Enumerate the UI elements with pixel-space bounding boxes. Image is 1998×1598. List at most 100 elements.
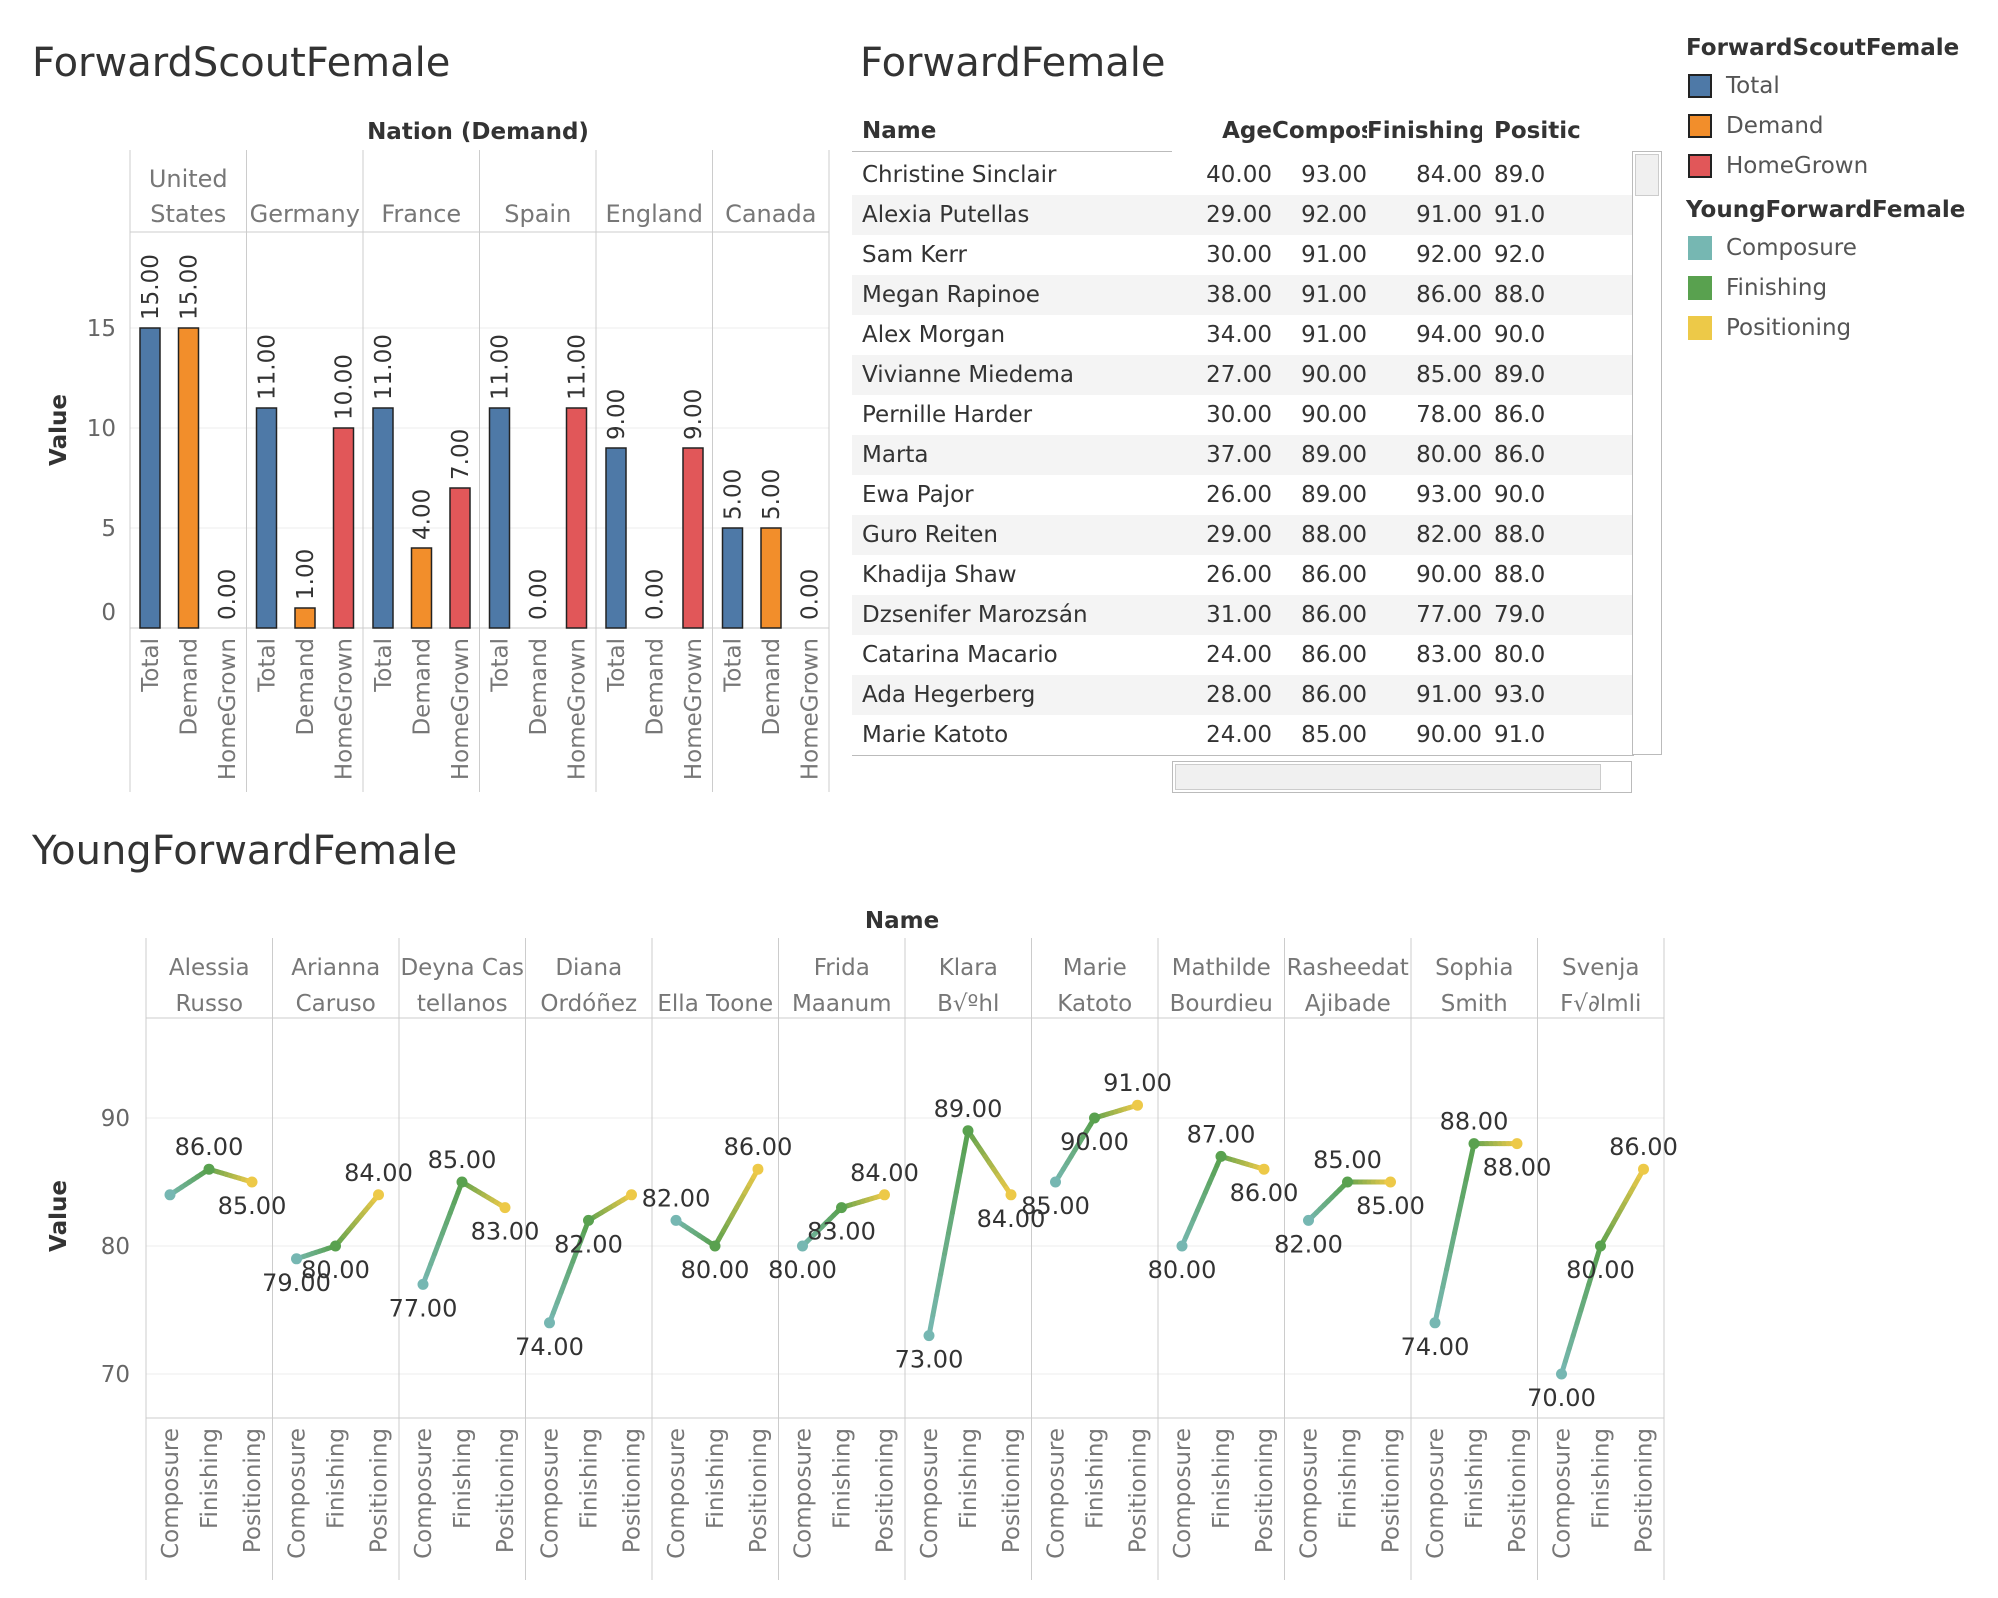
horizontal-scrollbar[interactable]	[1172, 761, 1632, 793]
data-point	[1089, 1112, 1100, 1124]
bar-value-label: 5.00	[721, 469, 747, 520]
value-cell: 90.0	[1494, 482, 1546, 508]
category-tick-label: Finishing	[1462, 1428, 1488, 1529]
table-row[interactable]: Vivianne Miedema 27.00 90.00 85.00 89.0	[852, 355, 1634, 395]
column-header[interactable]: Name	[862, 111, 1162, 151]
horizontal-scrollbar-thumb[interactable]	[1175, 764, 1601, 790]
legend-item[interactable]: HomeGrown	[1686, 146, 1986, 186]
y-tick-label: 0	[101, 600, 116, 626]
legend-swatch	[1688, 316, 1712, 340]
column-header[interactable]: Compos..	[1272, 111, 1367, 151]
point-value-label: 70.00	[1527, 1384, 1596, 1412]
table-row[interactable]: Alexia Putellas 29.00 92.00 91.00 91.0	[852, 195, 1634, 235]
value-cell: 88.00	[1301, 522, 1367, 548]
vertical-scrollbar-thumb[interactable]	[1635, 154, 1659, 196]
y-tick-label: 15	[87, 316, 116, 342]
value-cell: 92.00	[1301, 202, 1367, 228]
y-tick-label: 10	[87, 416, 116, 442]
category-tick-label: Positioning	[746, 1428, 772, 1553]
data-point	[923, 1330, 935, 1342]
series-line-segment	[1455, 1194, 1465, 1218]
category-tick-label: Positioning	[240, 1428, 266, 1553]
legend-item[interactable]: Positioning	[1686, 308, 1986, 348]
category-tick-label: Positioning	[1632, 1428, 1658, 1553]
category-tick-label: Demand	[759, 638, 785, 736]
table-row[interactable]: Christine Sinclair 40.00 93.00 84.00 89.0	[852, 155, 1634, 195]
value-cell: 91.0	[1494, 202, 1546, 228]
table-row[interactable]: Ewa Pajor 26.00 89.00 93.00 90.0	[852, 475, 1634, 515]
table-row[interactable]: Dzsenifer Marozsán 31.00 86.00 77.00 79.0	[852, 595, 1634, 635]
legend-label: Positioning	[1726, 315, 1852, 341]
table-row[interactable]: Pernille Harder 30.00 90.00 78.00 86.0	[852, 395, 1634, 435]
table-row[interactable]: Sam Kerr 30.00 91.00 92.00 92.0	[852, 235, 1634, 275]
player-name-cell: Marta	[862, 442, 929, 468]
player-name-label: Sophia Smith	[1435, 955, 1513, 1017]
category-tick-label: Total	[138, 638, 164, 693]
data-point	[1050, 1176, 1061, 1188]
column-header[interactable]: Positic	[1494, 111, 1634, 151]
bar	[332, 427, 355, 629]
data-point	[246, 1176, 258, 1188]
point-value-label: 82.00	[554, 1230, 623, 1258]
value-cell: 91.00	[1301, 242, 1367, 268]
value-cell: 92.0	[1494, 242, 1546, 268]
point-value-label: 91.00	[1103, 1069, 1172, 1097]
data-point	[499, 1202, 511, 1214]
table-header: NameAgeCompos..Finishing Positic	[852, 111, 1634, 151]
value-cell: 93.00	[1301, 162, 1367, 188]
point-value-label: 86.00	[724, 1133, 793, 1161]
player-name-cell: Khadija Shaw	[862, 562, 1017, 588]
series-line-segment	[930, 1292, 940, 1318]
category-tick-label: Positioning	[620, 1428, 646, 1553]
value-cell: 91.00	[1301, 322, 1367, 348]
bar-value-label: 11.00	[565, 334, 591, 400]
value-cell: 86.00	[1301, 562, 1367, 588]
column-header[interactable]: Age	[1172, 111, 1272, 151]
category-tick-label: Finishing	[197, 1428, 223, 1529]
category-tick-label: Demand	[643, 638, 669, 736]
table-row[interactable]: Marie Katoto 24.00 85.00 90.00 91.0	[852, 715, 1634, 755]
value-cell: 40.00	[1206, 162, 1272, 188]
point-value-label: 85.00	[1356, 1192, 1425, 1220]
table-header-divider	[852, 151, 1172, 152]
table-row[interactable]: Megan Rapinoe 38.00 91.00 86.00 88.0	[852, 275, 1634, 315]
category-tick-label: Composure	[1423, 1428, 1449, 1559]
value-cell: 90.00	[1301, 362, 1367, 388]
point-value-label: 82.00	[1274, 1230, 1343, 1258]
category-tick-label: Composure	[1170, 1428, 1196, 1559]
bar	[682, 447, 704, 629]
legend-item[interactable]: Demand	[1686, 106, 1986, 146]
table-row[interactable]: Guro Reiten 29.00 88.00 82.00 88.0	[852, 515, 1634, 555]
point-value-label: 73.00	[895, 1346, 964, 1374]
category-tick-label: Demand	[526, 638, 552, 736]
value-cell: 86.00	[1301, 602, 1367, 628]
data-point	[1303, 1214, 1314, 1226]
table-row[interactable]: Alex Morgan 34.00 91.00 94.00 90.0	[852, 315, 1634, 355]
point-value-label: 87.00	[1187, 1120, 1256, 1148]
value-cell: 26.00	[1206, 482, 1272, 508]
legend-item[interactable]: Composure	[1686, 228, 1986, 268]
point-value-label: 86.00	[175, 1133, 244, 1161]
category-tick-label: Finishing	[1209, 1428, 1235, 1529]
vertical-scrollbar[interactable]	[1632, 151, 1662, 755]
data-point	[203, 1163, 215, 1175]
value-cell: 89.00	[1301, 482, 1367, 508]
bar-value-label: 0.00	[526, 569, 552, 620]
point-value-label: 83.00	[807, 1218, 876, 1246]
table-row[interactable]: Catarina Macario 24.00 86.00 83.00 80.0	[852, 635, 1634, 675]
table-row[interactable]: Ada Hegerberg 28.00 86.00 91.00 93.0	[852, 675, 1634, 715]
bar-value-label: 5.00	[759, 469, 785, 520]
column-header[interactable]: Finishing	[1367, 111, 1482, 151]
table-row[interactable]: Marta 37.00 89.00 80.00 86.0	[852, 435, 1634, 475]
value-cell: 93.0	[1494, 682, 1546, 708]
value-cell: 29.00	[1206, 202, 1272, 228]
table-row[interactable]: Khadija Shaw 26.00 86.00 90.00 88.0	[852, 555, 1634, 595]
legend-item[interactable]: Finishing	[1686, 268, 1986, 308]
player-name-cell: Dzsenifer Marozsán	[862, 602, 1088, 628]
category-tick-label: Positioning	[1126, 1428, 1152, 1553]
value-cell: 28.00	[1206, 682, 1272, 708]
series-line-segment	[1436, 1284, 1446, 1308]
value-cell: 90.00	[1416, 562, 1482, 588]
bar-value-label: 7.00	[448, 429, 474, 480]
legend-item[interactable]: Total	[1686, 66, 1986, 106]
